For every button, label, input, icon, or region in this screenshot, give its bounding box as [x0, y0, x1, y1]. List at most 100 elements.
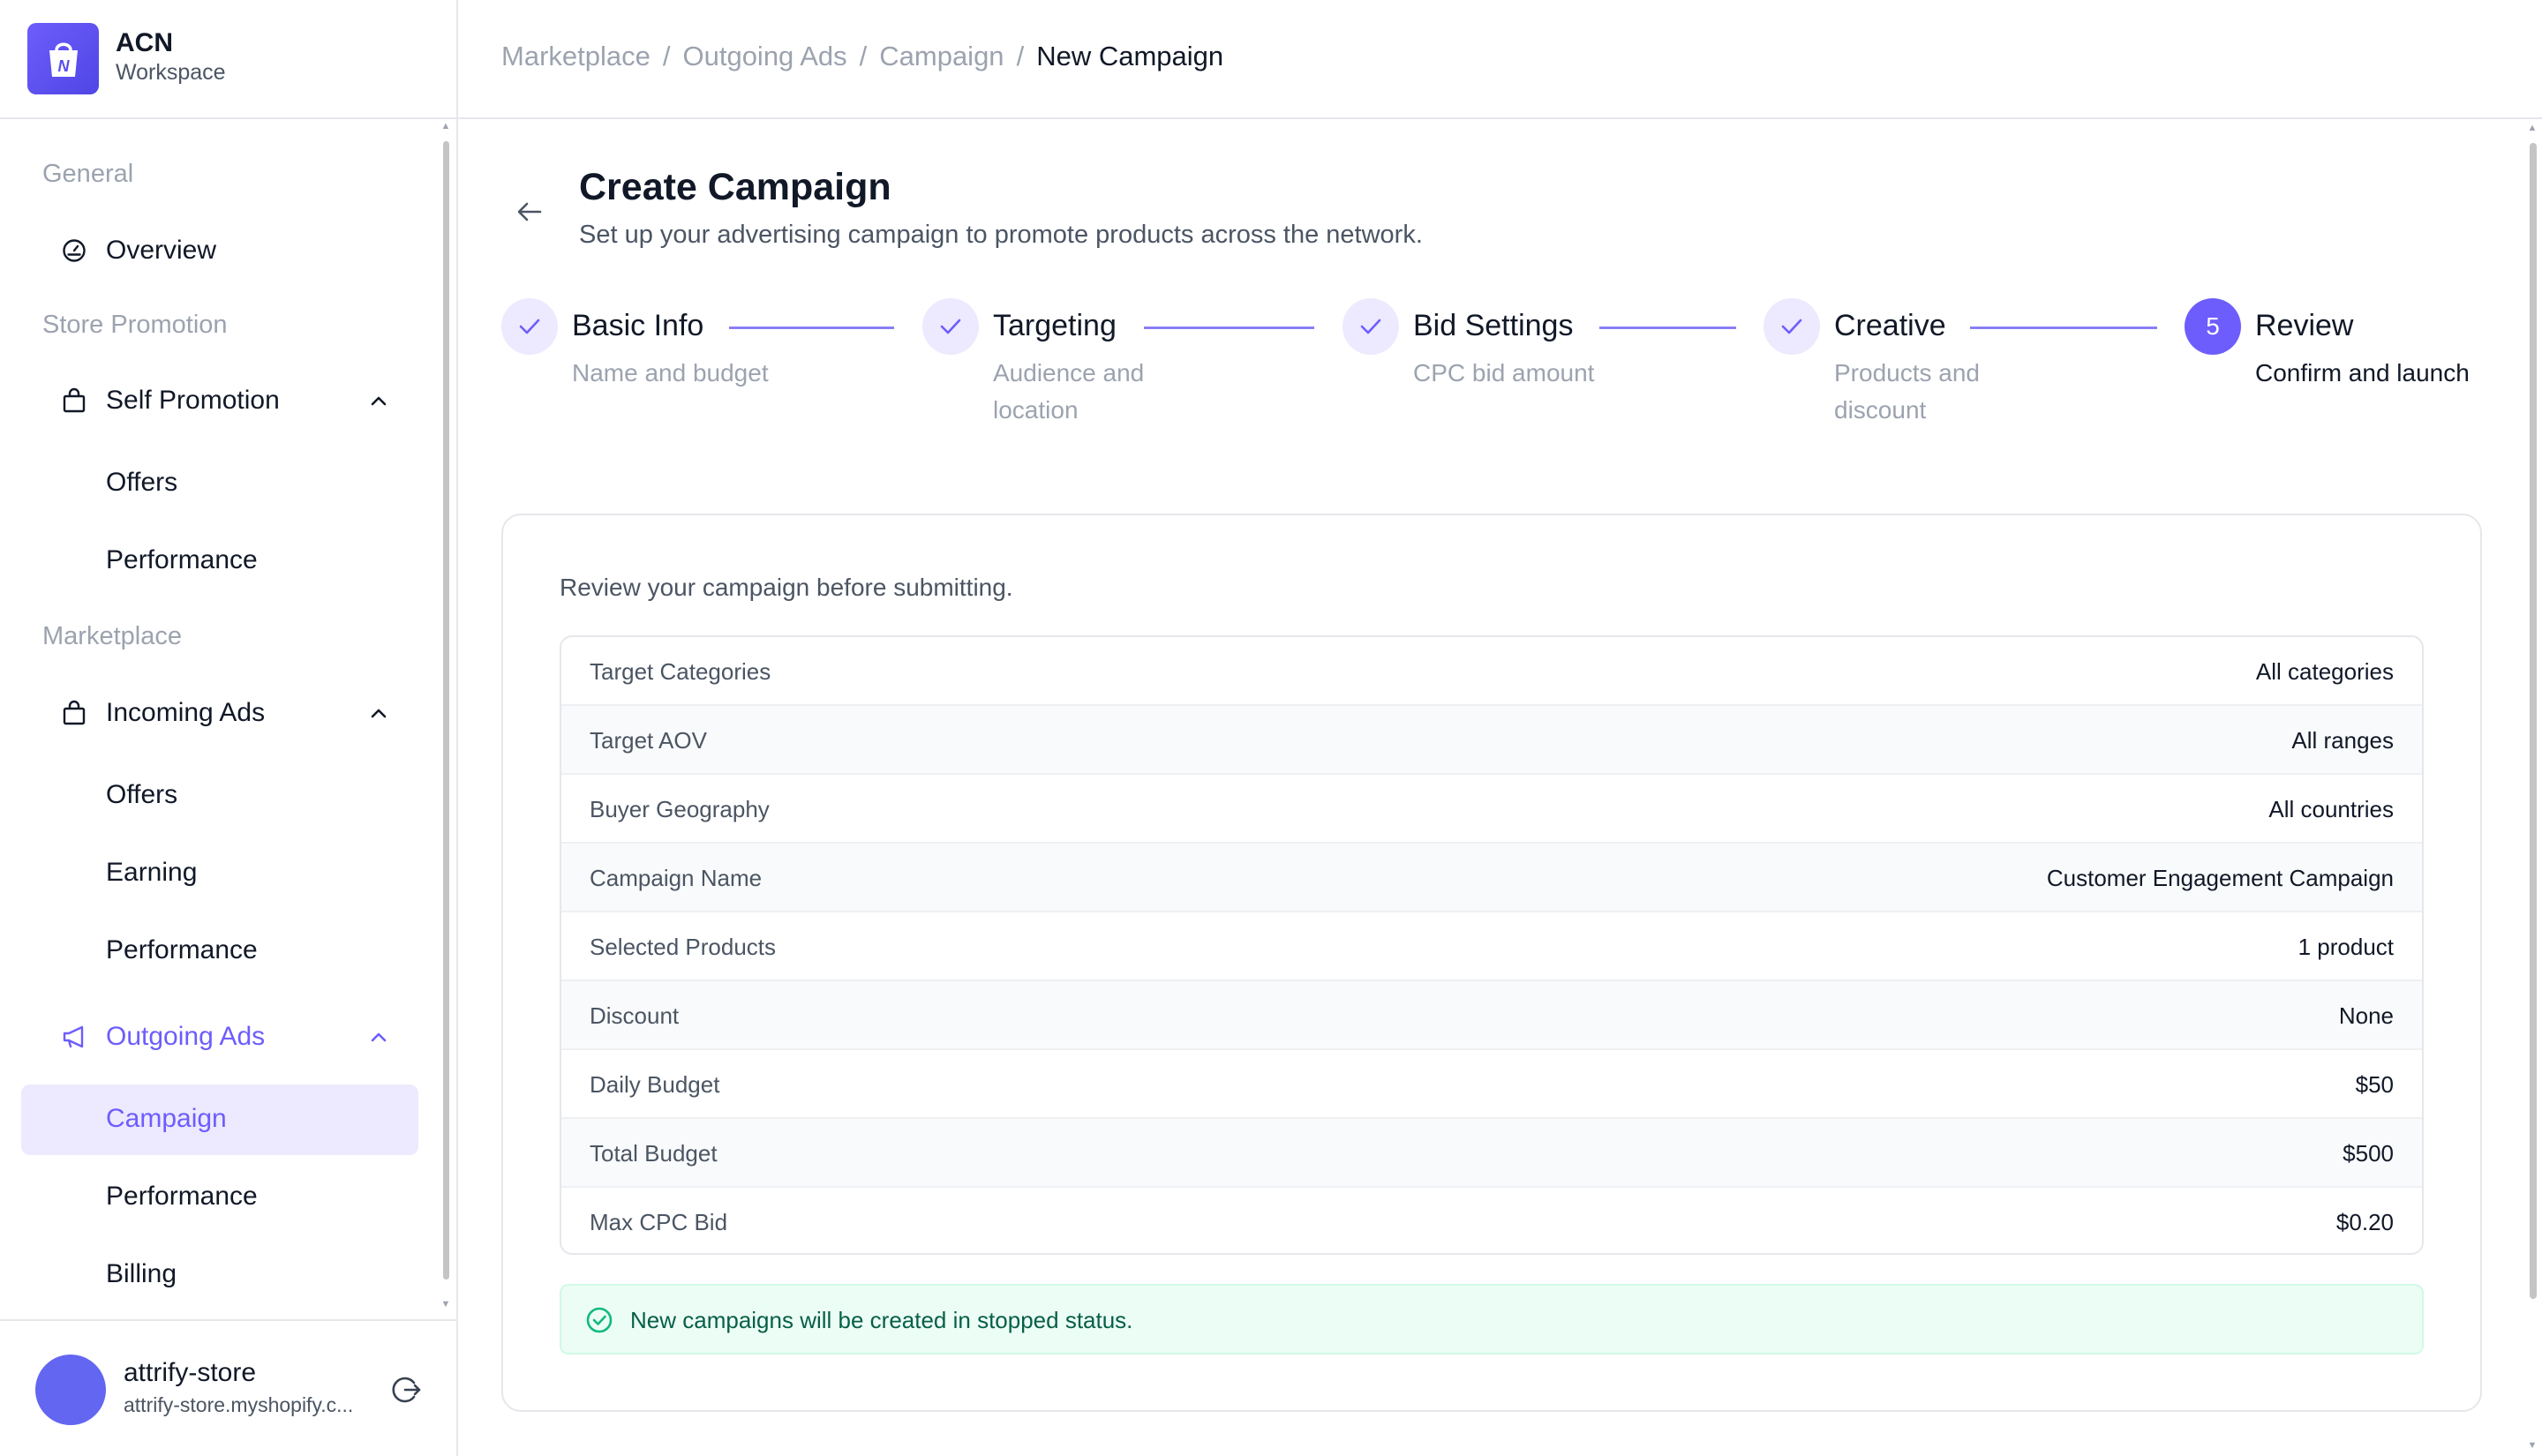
sidebar-item-label: Self Promotion [106, 386, 280, 415]
gauge-icon [60, 236, 88, 265]
row-value: All categories [2255, 658, 2394, 685]
row-value: All countries [2268, 796, 2394, 822]
sidebar-item-outgoing-ads-performance[interactable]: Performance [21, 1162, 418, 1233]
store-name: attrify-store [124, 1358, 257, 1387]
table-row: Buyer Geography All countries [561, 775, 2422, 844]
sidebar-item-incoming-ads[interactable]: Incoming Ads [21, 679, 418, 747]
scroll-down-arrow-icon[interactable]: ▼ [440, 1299, 452, 1313]
check-circle-icon [584, 1305, 614, 1335]
table-row: Discount None [561, 981, 2422, 1050]
chevron-up-icon[interactable] [365, 700, 392, 726]
review-intro: Review your campaign before submitting. [560, 574, 1013, 601]
step-connector [1599, 326, 1736, 329]
page-title: Create Campaign [579, 166, 891, 208]
sidebar-item-label: Incoming Ads [106, 698, 266, 727]
sidebar-item-label: Billing [106, 1259, 177, 1288]
page-description: Set up your advertising campaign to prom… [579, 221, 1423, 249]
workspace-subtitle: Workspace [116, 60, 226, 85]
step-connector [1970, 326, 2157, 329]
sidebar-item-label: Outgoing Ads [106, 1022, 266, 1051]
breadcrumb-separator: / [1016, 41, 1025, 71]
check-icon [501, 298, 558, 355]
breadcrumb-item-outgoing-ads[interactable]: Outgoing Ads [682, 41, 846, 72]
step-description: Products and discount [1834, 359, 1980, 424]
sidebar-item-label: Overview [106, 236, 217, 265]
breadcrumb: Marketplace / Outgoing Ads / Campaign / … [501, 41, 1223, 72]
table-row: Target AOV All ranges [561, 706, 2422, 775]
row-value: $0.20 [2335, 1209, 2394, 1235]
chevron-up-icon[interactable] [365, 387, 392, 414]
scroll-up-arrow-icon[interactable]: ▲ [440, 121, 452, 135]
sidebar-item-incoming-ads-performance[interactable]: Performance [21, 916, 418, 987]
notice-text: New campaigns will be created in stopped… [630, 1307, 1133, 1333]
breadcrumb-separator: / [859, 41, 868, 71]
chevron-up-icon[interactable] [365, 1024, 392, 1050]
check-icon [1342, 298, 1399, 355]
sidebar-item-label: Earning [106, 858, 198, 887]
row-value: None [2338, 1002, 2394, 1029]
step-description: CPC bid amount [1413, 359, 1595, 387]
check-icon [922, 298, 979, 355]
sidebar-item-label: Performance [106, 1182, 258, 1211]
row-label: Selected Products [590, 934, 777, 960]
sidebar: N ACN Workspace General Overview Store P… [0, 0, 458, 1456]
step-description: Audience and location [993, 359, 1145, 424]
table-row: Total Budget $500 [561, 1119, 2422, 1188]
sidebar-scrollbar[interactable] [443, 141, 449, 1280]
sidebar-nav: General Overview Store Promotion Self Pr… [0, 121, 456, 1319]
sidebar-item-incoming-ads-earning[interactable]: Earning [21, 838, 418, 909]
table-row: Selected Products 1 product [561, 912, 2422, 981]
step-connector [1144, 326, 1314, 329]
step-title: Bid Settings [1413, 309, 1574, 342]
svg-text:N: N [57, 57, 70, 75]
page-scrollbar[interactable] [2530, 143, 2537, 1299]
sidebar-item-self-promotion[interactable]: Self Promotion [21, 366, 418, 435]
status-notice: New campaigns will be created in stopped… [560, 1284, 2424, 1355]
step-description: Name and budget [572, 359, 769, 387]
sidebar-item-self-promotion-offers[interactable]: Offers [21, 448, 418, 519]
row-label: Daily Budget [590, 1071, 720, 1098]
page-scroll-down-arrow-icon[interactable]: ▼ [2526, 1440, 2538, 1454]
breadcrumb-item-marketplace[interactable]: Marketplace [501, 41, 651, 72]
breadcrumb-item-campaign[interactable]: Campaign [879, 41, 1004, 72]
sidebar-item-label: Performance [106, 935, 258, 964]
step-number-badge: 5 [2185, 298, 2241, 355]
breadcrumb-separator: / [662, 41, 671, 71]
section-label-general: General [42, 160, 134, 188]
back-button[interactable] [512, 196, 547, 231]
megaphone-icon [60, 1023, 88, 1051]
sidebar-item-incoming-ads-offers[interactable]: Offers [21, 761, 418, 831]
row-label: Max CPC Bid [590, 1209, 728, 1235]
row-value: All ranges [2291, 727, 2394, 754]
table-row: Max CPC Bid $0.20 [561, 1188, 2422, 1253]
user-profile[interactable]: attrify-store attrify-store.myshopify.c.… [0, 1319, 456, 1456]
section-label-marketplace: Marketplace [42, 622, 182, 650]
row-label: Campaign Name [590, 865, 763, 891]
sidebar-item-self-promotion-performance[interactable]: Performance [21, 526, 418, 597]
step-description: Confirm and launch [2255, 359, 2470, 387]
row-value: $500 [2343, 1140, 2394, 1167]
sidebar-item-outgoing-ads-campaign[interactable]: Campaign [21, 1084, 418, 1155]
workspace-brand[interactable]: N ACN Workspace [0, 0, 456, 119]
store-domain: attrify-store.myshopify.c... [124, 1393, 354, 1416]
table-row: Daily Budget $50 [561, 1050, 2422, 1119]
row-value: Customer Engagement Campaign [2046, 865, 2394, 891]
sidebar-item-outgoing-ads[interactable]: Outgoing Ads [21, 1002, 418, 1071]
avatar[interactable] [35, 1355, 106, 1425]
row-label: Buyer Geography [590, 796, 770, 822]
logout-icon[interactable] [390, 1374, 422, 1406]
check-icon [1764, 298, 1820, 355]
sidebar-item-overview[interactable]: Overview [21, 216, 418, 285]
sidebar-item-label: Performance [106, 545, 258, 574]
sidebar-item-label: Campaign [106, 1104, 227, 1133]
step-connector [729, 326, 894, 329]
sidebar-item-outgoing-ads-billing[interactable]: Billing [21, 1240, 418, 1310]
section-label-store-promotion: Store Promotion [42, 311, 228, 339]
sidebar-item-label: Offers [106, 780, 178, 809]
shopping-bag-icon [60, 699, 88, 727]
step-title: Review [2255, 309, 2354, 342]
top-bar: Marketplace / Outgoing Ads / Campaign / … [458, 0, 2542, 119]
sidebar-item-label: Offers [106, 468, 178, 497]
page-scroll-up-arrow-icon[interactable]: ▲ [2526, 123, 2538, 137]
row-label: Discount [590, 1002, 680, 1029]
